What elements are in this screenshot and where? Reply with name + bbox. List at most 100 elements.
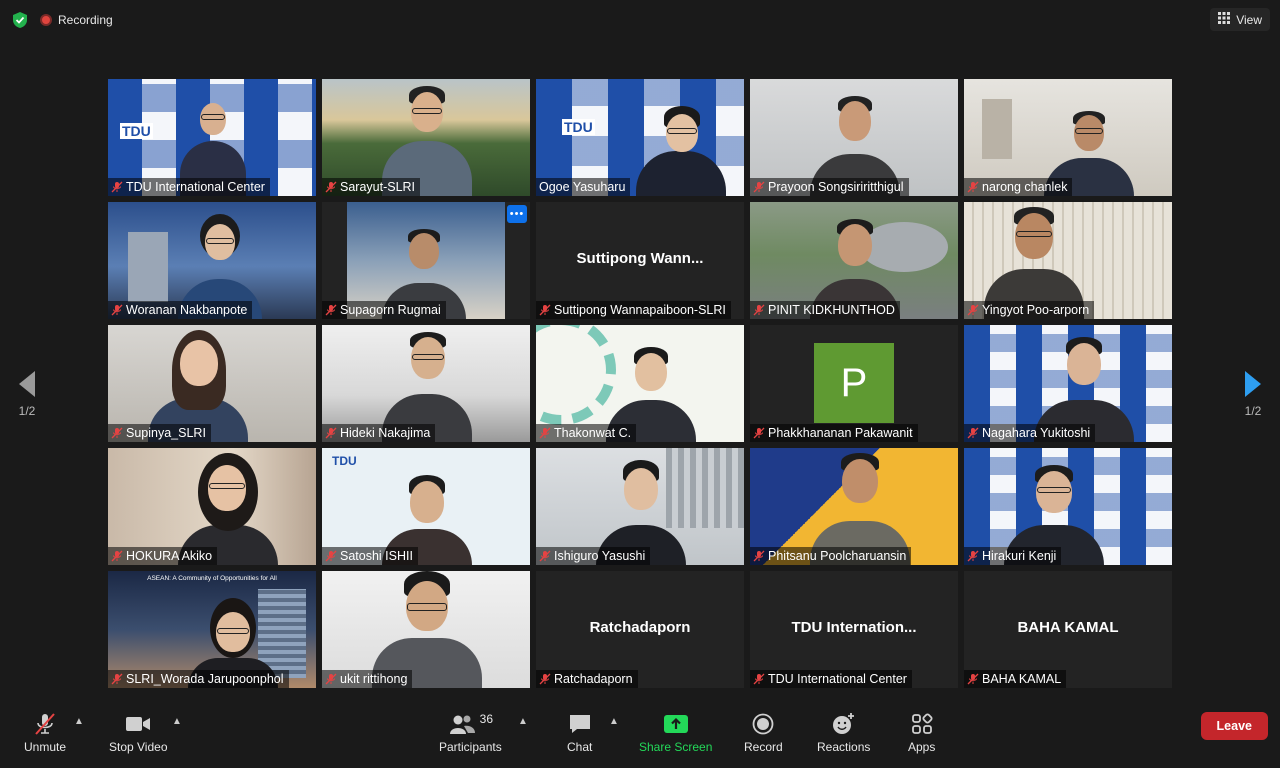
participants-icon (449, 715, 475, 734)
participant-name: TDU International Center (126, 180, 265, 194)
participant-display-name: BAHA KAMAL (1017, 619, 1119, 636)
participant-name: Thakonwat C. (554, 426, 632, 440)
participants-button[interactable]: 36 Participants (439, 712, 502, 754)
tdu-logo-text: TDU (120, 123, 153, 139)
muted-mic-icon (967, 673, 979, 685)
participant-display-name: TDU Internation... (791, 619, 917, 636)
participant-name: Woranan Nakbanpote (126, 303, 248, 317)
participant-video (636, 106, 726, 196)
participant-label: PINIT KIDKHUNTHOD (750, 301, 900, 319)
record-button[interactable]: Record (744, 712, 783, 754)
recording-label: Recording (58, 13, 113, 27)
chat-options-caret-icon[interactable]: ▲ (609, 716, 619, 727)
video-tile[interactable]: Hirakuri Kenji (964, 448, 1172, 565)
muted-mic-icon (325, 304, 337, 316)
more-options-button[interactable]: ••• (507, 205, 527, 223)
leave-button[interactable]: Leave (1200, 712, 1268, 740)
unmute-button[interactable]: Unmute (24, 712, 66, 754)
participant-display-name: Ratchadaporn (589, 619, 691, 636)
participant-name: Suttipong Wannapaiboon-SLRI (554, 303, 726, 317)
video-options-caret-icon[interactable]: ▲ (172, 716, 182, 727)
video-grid: TDU TDU International Center Sarayut-SLR… (108, 79, 1172, 688)
apps-label: Apps (908, 740, 936, 754)
view-button[interactable]: View (1210, 8, 1270, 31)
apps-button[interactable]: Apps (908, 712, 935, 754)
previous-page-button[interactable]: 1/2 (18, 370, 36, 418)
video-tile[interactable]: Prayoon Songsiriritthigul (750, 79, 958, 196)
video-tile-no-video[interactable]: Suttipong Wann... Suttipong Wannapaiboon… (536, 202, 744, 319)
meeting-toolbar: Unmute ▲ Stop Video ▲ 36 Participants ▲ … (0, 700, 1280, 768)
participant-label: ukit rittihong (322, 670, 413, 688)
video-tile[interactable]: Ishiguro Yasushi (536, 448, 744, 565)
video-tile[interactable]: TDU Satoshi ISHII (322, 448, 530, 565)
participant-label: TDU International Center (108, 178, 270, 196)
muted-mic-icon (753, 427, 765, 439)
muted-mic-icon (111, 304, 123, 316)
participant-name: HOKURA Akiko (126, 549, 213, 563)
video-tile-active-speaker[interactable]: TDU Ogoe Yasuharu (536, 79, 744, 196)
video-tile-no-video[interactable]: TDU Internation... TDU International Cen… (750, 571, 958, 688)
participant-label: SLRI_Worada Jarupoonphol (108, 670, 289, 688)
muted-mic-icon (753, 181, 765, 193)
participant-name: Nagahara Yukitoshi (982, 426, 1091, 440)
video-tile[interactable]: Thakonwat C. (536, 325, 744, 442)
video-tile[interactable]: ukit rittihong (322, 571, 530, 688)
participants-count: 36 (479, 712, 494, 726)
participant-name: TDU International Center (768, 672, 907, 686)
video-tile[interactable]: TDU TDU International Center (108, 79, 316, 196)
video-tile-no-video[interactable]: BAHA KAMAL BAHA KAMAL (964, 571, 1172, 688)
participant-label: narong chanlek (964, 178, 1073, 196)
video-tile[interactable]: Supinya_SLRI (108, 325, 316, 442)
video-tile-no-video[interactable]: P Phakkhananan Pakawanit (750, 325, 958, 442)
chat-button[interactable]: Chat (567, 712, 592, 754)
page-indicator-left: 1/2 (18, 404, 36, 418)
video-tile[interactable]: Sarayut-SLRI (322, 79, 530, 196)
chat-label: Chat (567, 740, 593, 754)
participant-name: Ogoe Yasuharu (539, 180, 626, 194)
muted-mic-icon (325, 181, 337, 193)
tdu-logo-text: TDU (562, 119, 595, 135)
muted-mic-icon (111, 673, 123, 685)
security-shield-icon[interactable] (10, 10, 30, 30)
reactions-button[interactable]: Reactions (817, 712, 870, 754)
reactions-label: Reactions (817, 740, 871, 754)
video-tile[interactable]: ••• Supagorn Rugmai (322, 202, 530, 319)
video-tile[interactable]: N Phitsanu Poolcharuansin (750, 448, 958, 565)
participant-name: Phitsanu Poolcharuansin (768, 549, 907, 563)
audio-options-caret-icon[interactable]: ▲ (74, 716, 84, 727)
participant-label: HOKURA Akiko (108, 547, 218, 565)
muted-mic-icon (753, 673, 765, 685)
video-tile[interactable]: Yingyot Poo-arporn (964, 202, 1172, 319)
participants-options-caret-icon[interactable]: ▲ (518, 716, 528, 727)
muted-mic-icon (539, 427, 551, 439)
participant-name: Ratchadaporn (554, 672, 633, 686)
share-screen-label: Share Screen (639, 740, 713, 754)
next-page-button[interactable]: 1/2 (1244, 370, 1262, 418)
tdu-logo-text: TDU (332, 454, 357, 468)
stop-video-button[interactable]: Stop Video (109, 712, 168, 754)
muted-mic-icon (967, 304, 979, 316)
mic-muted-icon (33, 712, 57, 736)
participant-label: Satoshi ISHII (322, 547, 418, 565)
video-tile[interactable]: ASEAN: A Community of Opportunities for … (108, 571, 316, 688)
asean-banner-text: ASEAN: A Community of Opportunities for … (147, 575, 277, 582)
participant-name: Hideki Nakajima (340, 426, 431, 440)
participant-label: Supinya_SLRI (108, 424, 211, 442)
video-tile[interactable]: PINIT KIDKHUNTHOD (750, 202, 958, 319)
video-tile[interactable]: Woranan Nakbanpote (108, 202, 316, 319)
smiley-plus-icon (832, 712, 856, 736)
video-tile[interactable]: narong chanlek (964, 79, 1172, 196)
muted-mic-icon (539, 673, 551, 685)
share-screen-button[interactable]: Share Screen (639, 712, 712, 754)
participant-name: Satoshi ISHII (340, 549, 413, 563)
video-tile[interactable]: HOKURA Akiko (108, 448, 316, 565)
video-camera-icon (125, 712, 151, 736)
video-tile[interactable]: Hideki Nakajima (322, 325, 530, 442)
recording-indicator[interactable]: Recording (40, 13, 113, 27)
participant-name: Ishiguro Yasushi (554, 549, 646, 563)
video-tile[interactable]: Nagahara Yukitoshi (964, 325, 1172, 442)
participant-label: Suttipong Wannapaiboon-SLRI (536, 301, 731, 319)
video-tile-no-video[interactable]: Ratchadaporn Ratchadaporn (536, 571, 744, 688)
muted-mic-icon (111, 550, 123, 562)
participant-label: Phitsanu Poolcharuansin (750, 547, 912, 565)
